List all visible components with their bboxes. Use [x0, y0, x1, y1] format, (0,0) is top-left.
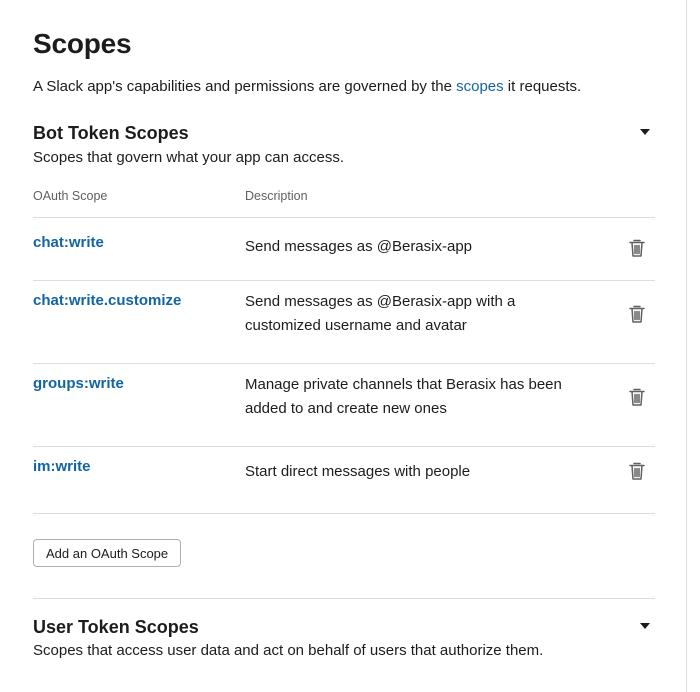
- scope-name-link[interactable]: im:write: [33, 458, 91, 475]
- table-row: groups:write Manage private channels tha…: [33, 364, 655, 447]
- bot-token-scopes-description: Scopes that govern what your app can acc…: [33, 149, 345, 166]
- scope-name-link[interactable]: chat:write: [33, 234, 104, 251]
- user-token-scopes-title: User Token Scopes: [33, 617, 199, 637]
- user-token-scopes-description: Scopes that access user data and act on …: [33, 642, 544, 659]
- scopes-intro: A Slack app's capabilities and permissio…: [33, 78, 581, 95]
- intro-text-after: it requests.: [503, 78, 582, 95]
- bot-token-scopes-title: Bot Token Scopes: [33, 123, 189, 143]
- scopes-table-header: OAuth Scope Description: [33, 189, 655, 218]
- scope-description: Send messages as @Berasix-app: [245, 238, 473, 255]
- trash-icon[interactable]: [628, 238, 646, 258]
- caret-down-icon[interactable]: [640, 623, 650, 629]
- column-header-oauth-scope: OAuth Scope: [33, 189, 108, 203]
- scope-description: Start direct messages with people: [245, 463, 471, 480]
- scopes-link[interactable]: scopes: [456, 78, 504, 95]
- intro-text-before: A Slack app's capabilities and permissio…: [33, 78, 457, 95]
- trash-icon[interactable]: [628, 387, 646, 407]
- table-row: chat:write Send messages as @Berasix-app: [33, 221, 655, 281]
- scope-description: Manage private channels that Berasix has…: [245, 376, 562, 417]
- section-divider: [33, 598, 655, 599]
- scope-name-link[interactable]: groups:write: [33, 375, 124, 392]
- table-row: chat:write.customize Send messages as @B…: [33, 281, 655, 364]
- caret-down-icon[interactable]: [640, 129, 650, 135]
- trash-icon[interactable]: [628, 304, 646, 324]
- column-header-description: Description: [245, 189, 308, 203]
- table-row: im:write Start direct messages with peop…: [33, 447, 655, 514]
- scope-name-link[interactable]: chat:write.customize: [33, 292, 181, 309]
- add-oauth-scope-button[interactable]: Add an OAuth Scope: [33, 539, 182, 567]
- scope-description: Send messages as @Berasix-app with a cus…: [245, 293, 516, 334]
- trash-icon[interactable]: [628, 461, 646, 481]
- page-title: Scopes: [33, 28, 132, 59]
- scopes-card: Scopes A Slack app's capabilities and pe…: [0, 0, 687, 692]
